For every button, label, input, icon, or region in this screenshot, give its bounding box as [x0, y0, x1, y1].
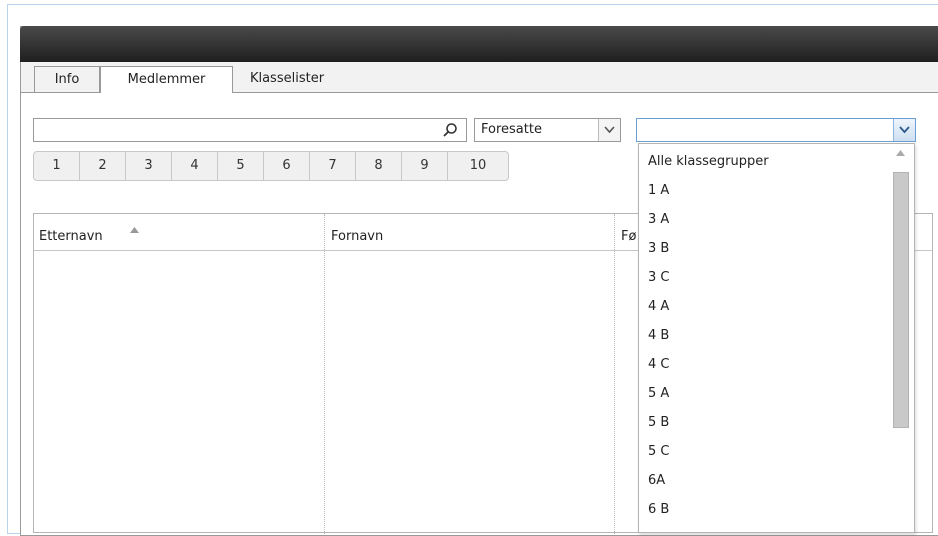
panel-titlebar	[20, 26, 938, 62]
pager: 1 2 3 4 5 6 7 8 9 10	[33, 151, 509, 181]
scrollbar-thumb[interactable]	[893, 172, 909, 428]
column-header-label: Etternavn	[39, 229, 103, 244]
tab-info[interactable]: Info	[34, 66, 100, 92]
tab-strip: Info Medlemmer Klasselister	[21, 62, 938, 93]
page-button[interactable]: 8	[356, 152, 402, 180]
filter-type-dropdown-button[interactable]	[598, 119, 620, 141]
page-button[interactable]: 3	[126, 152, 172, 180]
page-button[interactable]: 1	[34, 152, 80, 180]
class-group-options-list: Alle klassegrupper 1 A 3 A 3 B 3 C 4 A 4…	[638, 143, 915, 533]
tab-medlemmer[interactable]: Medlemmer	[100, 66, 233, 93]
class-option[interactable]: 3 B	[648, 235, 888, 263]
column-header-fornavn[interactable]: Fornavn	[331, 229, 383, 244]
class-group-dropdown-button[interactable]	[893, 119, 915, 141]
page-button[interactable]: 5	[218, 152, 264, 180]
column-header-etternavn[interactable]: Etternavn	[39, 227, 139, 244]
dropdown-scrollbar[interactable]	[892, 148, 909, 528]
page-button[interactable]: 2	[80, 152, 126, 180]
filter-type-select[interactable]: Foresatte	[474, 118, 621, 142]
scroll-up-icon[interactable]	[896, 150, 905, 156]
class-option[interactable]: 6A	[648, 467, 888, 495]
tab-klasselister[interactable]: Klasselister	[233, 66, 341, 92]
class-option[interactable]: 3 C	[648, 264, 888, 292]
class-option[interactable]: 3 A	[648, 206, 888, 234]
column-divider	[614, 214, 615, 534]
class-option[interactable]: 5 C	[648, 438, 888, 466]
chevron-down-icon	[604, 126, 615, 134]
filter-type-value: Foresatte	[481, 122, 542, 137]
page-button[interactable]: 7	[310, 152, 356, 180]
sort-ascending-icon	[130, 227, 139, 233]
column-header-third[interactable]: Fø	[621, 229, 636, 244]
page-button[interactable]: 4	[172, 152, 218, 180]
class-option[interactable]: Alle klassegrupper	[648, 148, 888, 176]
class-group-select[interactable]	[636, 118, 916, 142]
class-option[interactable]: 5 A	[648, 380, 888, 408]
chevron-down-icon	[899, 126, 910, 134]
search-icon[interactable]	[442, 122, 458, 138]
class-option[interactable]: 4 A	[648, 293, 888, 321]
search-input[interactable]	[33, 118, 467, 142]
class-option[interactable]: 1 A	[648, 177, 888, 205]
class-option[interactable]: 4 B	[648, 322, 888, 350]
page-button[interactable]: 10	[448, 152, 508, 180]
page-button[interactable]: 6	[264, 152, 310, 180]
page-button[interactable]: 9	[402, 152, 448, 180]
column-divider	[324, 214, 325, 534]
class-option[interactable]: 6 B	[648, 496, 888, 524]
class-option[interactable]: 4 C	[648, 351, 888, 379]
class-option[interactable]: 5 B	[648, 409, 888, 437]
